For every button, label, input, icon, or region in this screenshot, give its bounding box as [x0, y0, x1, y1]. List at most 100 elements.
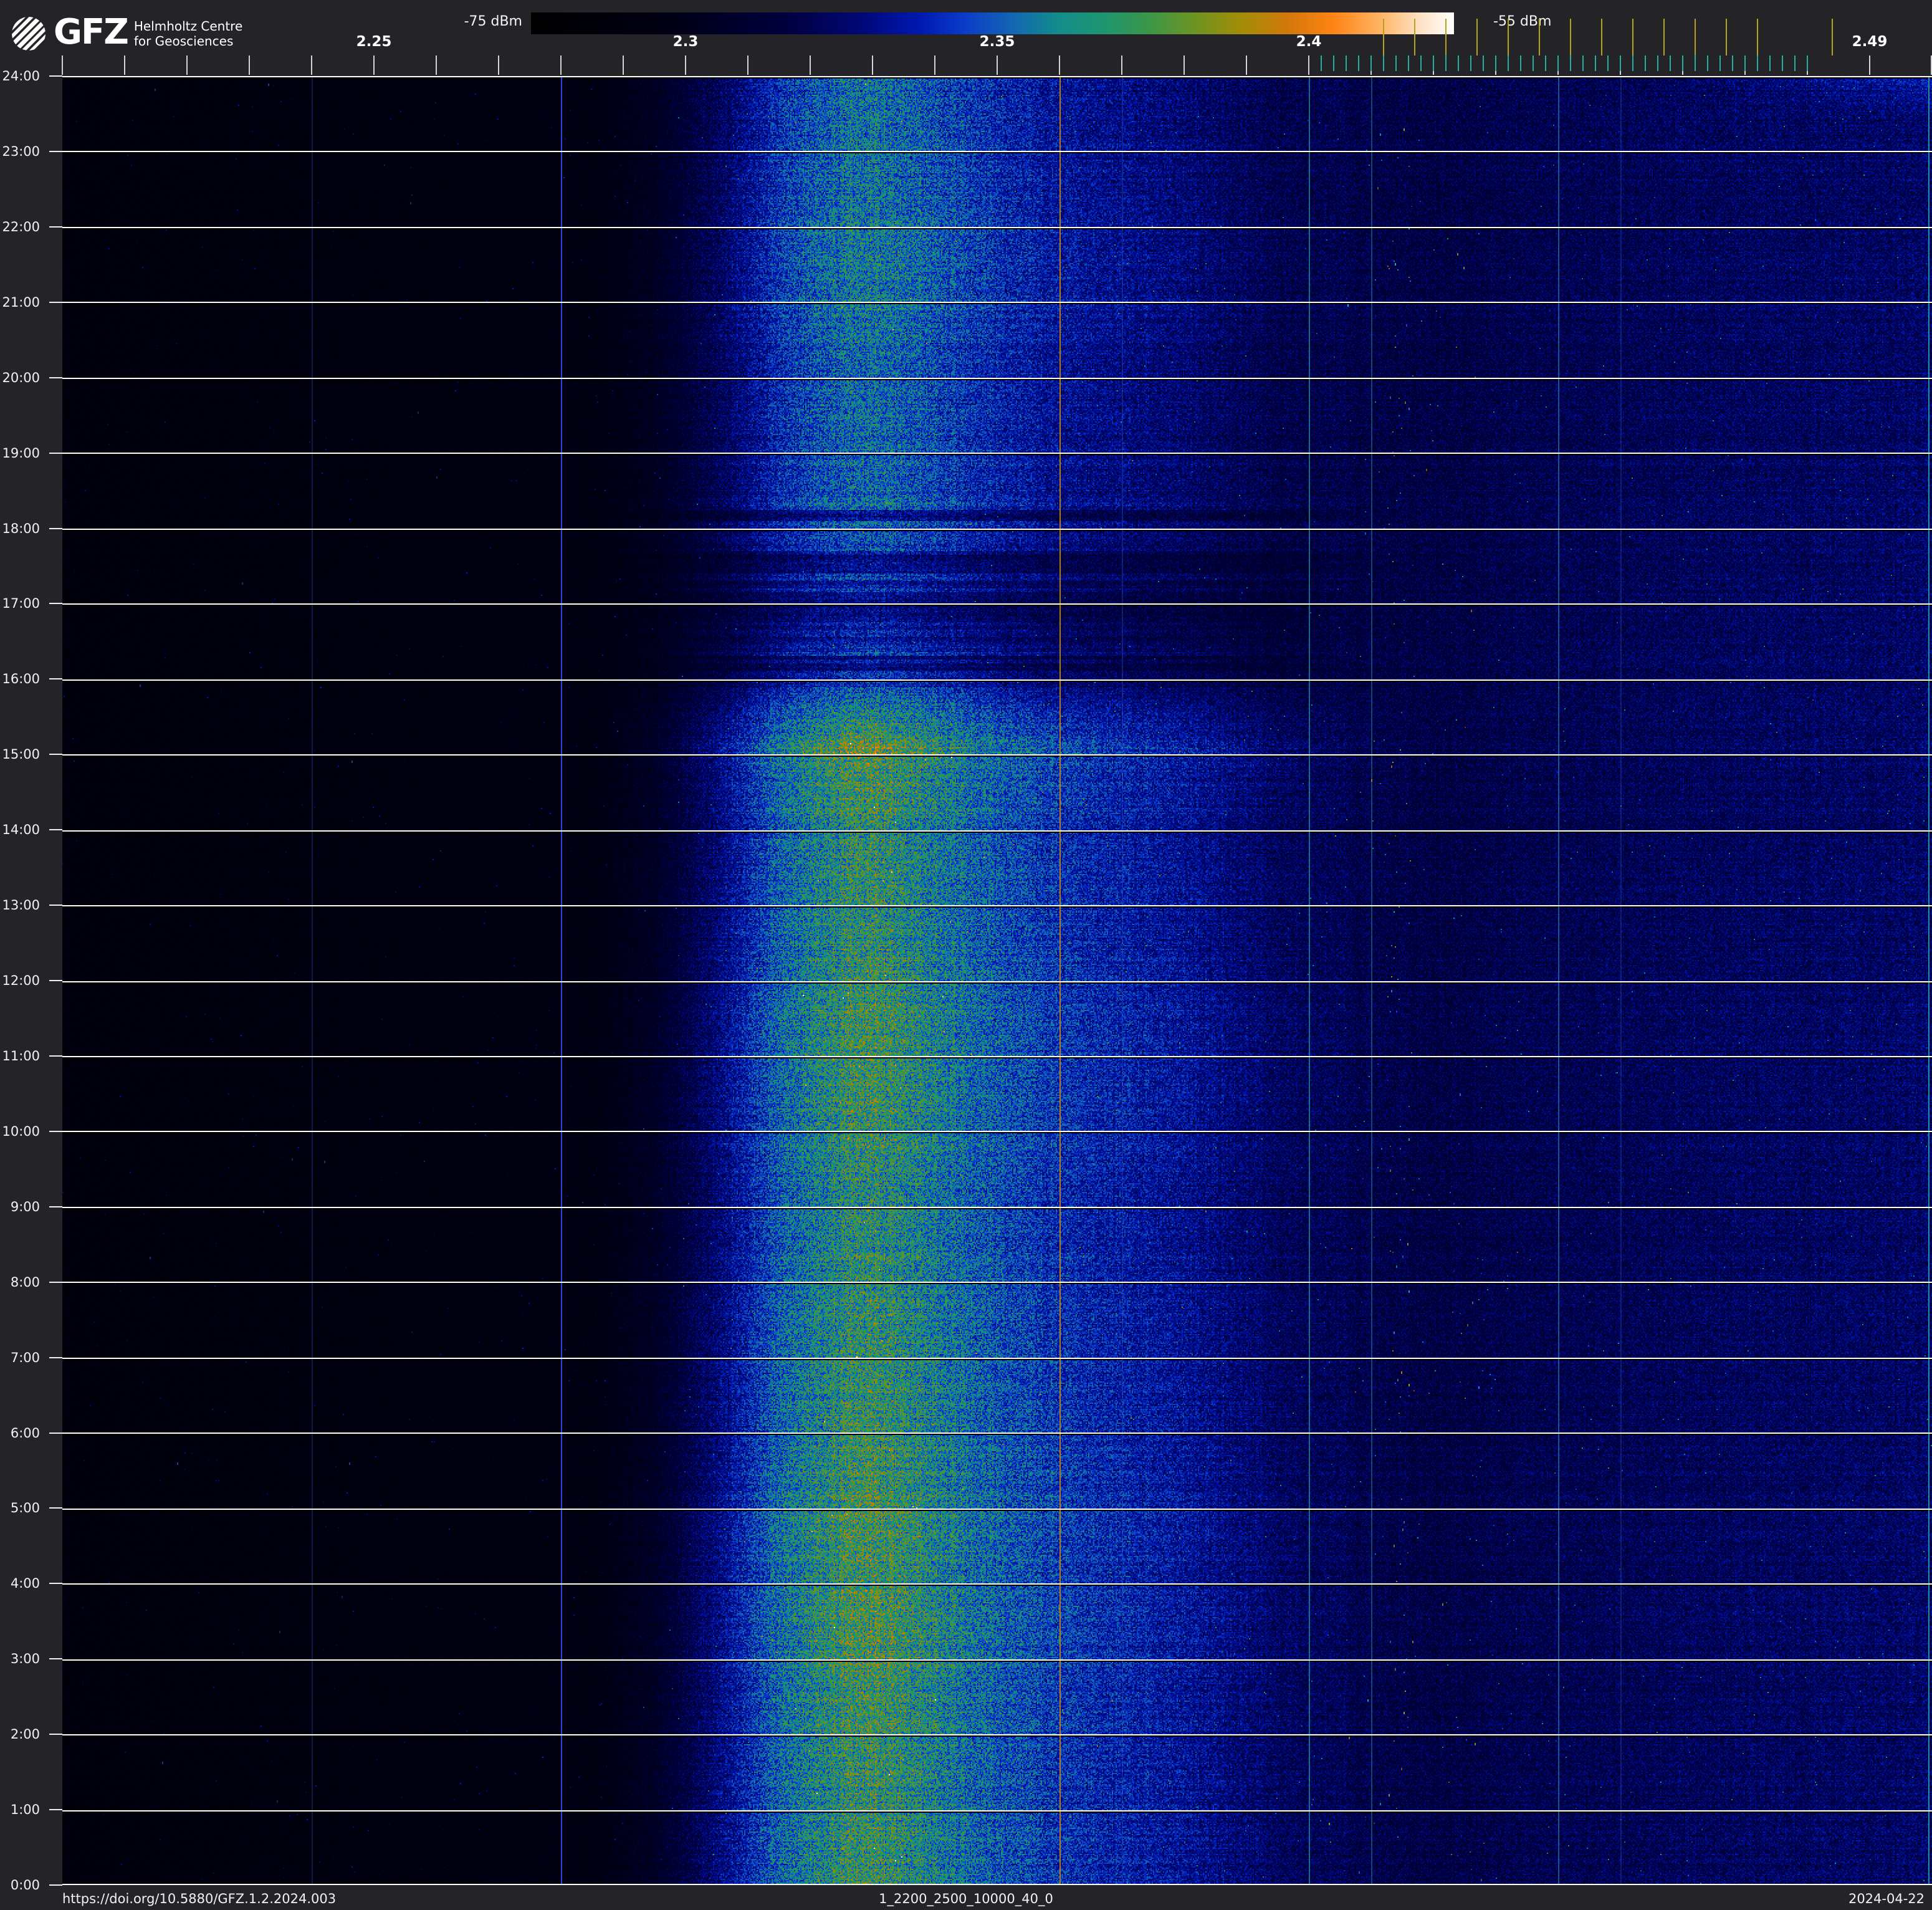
freq-minor-tick — [685, 55, 686, 75]
freq-tick-label: 2.4 — [1296, 34, 1322, 50]
frequency-axis: 2.25 2.3 2.35 2.4 2.49 — [0, 0, 1932, 76]
time-tick-label: 22:00 — [2, 219, 40, 234]
wifi-channel-tick — [1601, 19, 1602, 55]
date-label: 2024-04-22 — [1848, 1891, 1925, 1906]
time-tick-label: 21:00 — [2, 294, 40, 310]
ble-channel-tick — [1358, 55, 1359, 71]
ble-channel-tick — [1582, 55, 1584, 71]
freq-tick-label: 2.3 — [672, 34, 699, 50]
time-tick-label: 2:00 — [10, 1727, 40, 1742]
ble-channel-tick — [1670, 55, 1671, 71]
time-tick-label: 23:00 — [2, 143, 40, 159]
time-tick-dash — [49, 980, 62, 981]
freq-minor-tick — [498, 55, 499, 75]
freq-minor-tick — [124, 55, 125, 75]
wifi-channel-tick — [1539, 19, 1540, 55]
wifi-channel-tick — [1570, 19, 1571, 55]
ble-channel-tick — [1433, 55, 1434, 71]
ble-channel-tick — [1607, 55, 1609, 71]
wifi-channel-tick — [1383, 19, 1384, 55]
ble-channel-tick — [1395, 55, 1397, 71]
ble-channel-tick — [1570, 55, 1571, 71]
time-tick-label: 18:00 — [2, 521, 40, 536]
freq-minor-tick — [1246, 55, 1247, 75]
time-tick-dash — [49, 1884, 62, 1886]
freq-minor-tick — [1869, 55, 1870, 75]
time-tick-label: 9:00 — [10, 1199, 40, 1214]
footer-bar: https://doi.org/10.5880/GFZ.1.2.2024.003… — [0, 1886, 1932, 1910]
wifi-channel-tick — [1695, 19, 1696, 55]
ble-channel-tick — [1807, 55, 1808, 71]
ble-channel-tick — [1495, 55, 1496, 71]
time-tick-dash — [49, 1809, 62, 1811]
freq-minor-tick — [560, 55, 562, 75]
wifi-channel-tick — [1632, 19, 1633, 55]
time-tick-dash — [49, 150, 62, 152]
ble-channel-tick — [1744, 55, 1746, 71]
time-tick-label: 3:00 — [10, 1651, 40, 1667]
time-tick-label: 8:00 — [10, 1274, 40, 1290]
wifi-channel-tick — [1476, 19, 1478, 55]
freq-tick-label: 2.35 — [979, 34, 1015, 50]
ble-channel-tick — [1682, 55, 1683, 71]
time-tick-dash — [49, 1206, 62, 1207]
time-tick-label: 1:00 — [10, 1802, 40, 1818]
ble-channel-tick — [1782, 55, 1783, 71]
ble-channel-tick — [1346, 55, 1347, 71]
time-tick-dash — [49, 377, 62, 378]
time-tick-label: 0:00 — [10, 1878, 40, 1893]
ble-channel-tick — [1520, 55, 1521, 71]
time-tick-label: 14:00 — [2, 822, 40, 838]
ble-channel-tick — [1483, 55, 1484, 71]
time-tick-label: 4:00 — [10, 1576, 40, 1591]
ble-channel-tick — [1533, 55, 1534, 71]
freq-minor-tick — [810, 55, 811, 75]
ble-channel-tick — [1557, 55, 1559, 71]
ble-channel-tick — [1632, 55, 1633, 71]
ble-channel-tick — [1321, 55, 1322, 71]
time-tick-dash — [49, 1356, 62, 1358]
time-tick-dash — [49, 1734, 62, 1735]
time-tick-label: 20:00 — [2, 370, 40, 385]
time-tick-dash — [49, 226, 62, 228]
time-tick-label: 11:00 — [2, 1048, 40, 1063]
ble-channel-tick — [1719, 55, 1721, 71]
ble-channel-tick — [1470, 55, 1471, 71]
freq-minor-tick — [249, 55, 250, 75]
time-tick-label: 24:00 — [2, 69, 40, 84]
freq-tick-label: 2.49 — [1852, 34, 1888, 50]
freq-minor-tick — [436, 55, 437, 75]
spectrogram-monitor-page: GFZ Helmholtz Centre for Geosciences -75… — [0, 0, 1932, 1910]
time-tick-label: 6:00 — [10, 1425, 40, 1441]
wifi-channel-tick — [1508, 19, 1509, 55]
time-axis: 24:00 23:00 22:00 21:00 20:00 19:00 18:00 17:00… — [0, 0, 62, 1910]
dataset-id: 1_2200_2500_10000_40_0 — [879, 1891, 1053, 1906]
freq-minor-tick — [1121, 55, 1122, 75]
time-tick-dash — [49, 1281, 62, 1283]
ble-channel-tick — [1794, 55, 1796, 71]
ble-channel-tick — [1508, 55, 1509, 71]
time-tick-dash — [49, 527, 62, 529]
ble-channel-tick — [1458, 55, 1459, 71]
ble-channel-tick — [1645, 55, 1646, 71]
time-tick-dash — [49, 754, 62, 756]
ble-channel-tick — [1595, 55, 1596, 71]
time-tick-dash — [49, 452, 62, 454]
wifi-channel-tick — [1445, 19, 1447, 55]
time-tick-label: 12:00 — [2, 973, 40, 988]
ble-channel-tick — [1757, 55, 1758, 71]
freq-minor-tick — [997, 55, 998, 75]
time-tick-label: 10:00 — [2, 1123, 40, 1139]
wifi-channel-tick — [1663, 19, 1665, 55]
time-tick-label: 5:00 — [10, 1500, 40, 1516]
ble-channel-tick — [1445, 55, 1447, 71]
ble-channel-tick — [1408, 55, 1409, 71]
freq-minor-tick — [747, 55, 748, 75]
time-tick-dash — [49, 678, 62, 680]
time-tick-dash — [49, 1507, 62, 1509]
time-tick-label: 19:00 — [2, 445, 40, 461]
time-tick-label: 15:00 — [2, 747, 40, 762]
freq-tick-label: 2.25 — [356, 34, 392, 50]
time-tick-label: 17:00 — [2, 596, 40, 612]
ble-channel-tick — [1707, 55, 1708, 71]
